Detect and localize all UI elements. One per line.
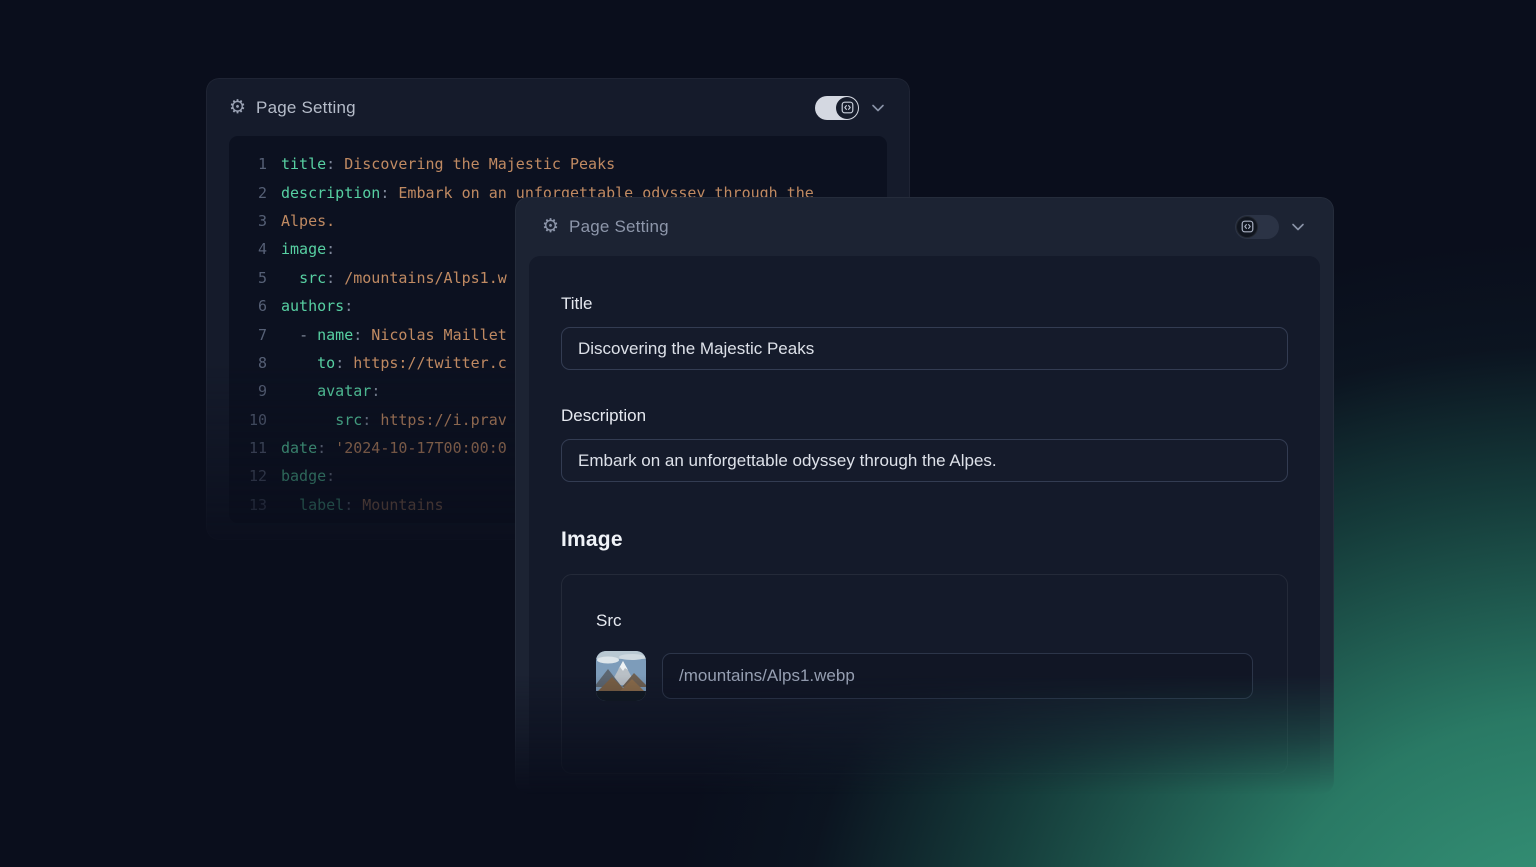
code-view-toggle[interactable]: [815, 96, 859, 120]
code-toggle-knob: [1236, 216, 1258, 238]
line-number: 10: [241, 411, 267, 429]
code-text: date: '2024-10-17T00:00:0: [281, 439, 507, 457]
description-field-label: Description: [561, 406, 1288, 426]
code-text: - name: Nicolas Maillet: [281, 326, 507, 344]
image-thumbnail: [596, 651, 646, 701]
line-number: 1: [241, 155, 267, 173]
title-input[interactable]: [561, 327, 1288, 370]
code-text: src: https://i.prav: [281, 411, 507, 429]
image-settings-card: Src: [561, 574, 1288, 774]
image-src-input[interactable]: [662, 653, 1253, 699]
code-panel-header: ⚙ Page Setting: [207, 79, 909, 136]
code-text: Alpes.: [281, 212, 335, 230]
title-field-label: Title: [561, 294, 1288, 314]
code-text: to: https://twitter.c: [281, 354, 507, 372]
line-number: 12: [241, 467, 267, 485]
code-toggle-knob: [836, 97, 858, 119]
line-number: 13: [241, 496, 267, 514]
line-number: 7: [241, 326, 267, 344]
code-text: title: Discovering the Majestic Peaks: [281, 155, 615, 173]
line-number: 11: [241, 439, 267, 457]
code-text: authors:: [281, 297, 353, 315]
form-settings-panel: ⚙ Page Setting Title Description Image S…: [515, 197, 1334, 794]
panel-title: Page Setting: [569, 217, 669, 237]
gear-icon: ⚙: [542, 217, 559, 236]
src-field-label: Src: [596, 611, 1253, 631]
code-text: image:: [281, 240, 335, 258]
code-square-icon: [1241, 220, 1254, 233]
form-panel-header: ⚙ Page Setting: [516, 198, 1333, 255]
code-text: label: Mountains: [281, 496, 444, 514]
code-view-toggle[interactable]: [1235, 215, 1279, 239]
code-text: src: /mountains/Alps1.w: [281, 269, 507, 287]
chevron-down-icon[interactable]: [1289, 218, 1307, 236]
line-number: 5: [241, 269, 267, 287]
mountain-thumbnail-art: [596, 651, 646, 701]
code-text: badge:: [281, 467, 335, 485]
panel-title: Page Setting: [256, 98, 356, 118]
line-number: 9: [241, 382, 267, 400]
code-square-icon: [841, 101, 854, 114]
description-input[interactable]: [561, 439, 1288, 482]
gear-icon: ⚙: [229, 98, 246, 117]
form-card: Title Description Image Src: [529, 256, 1320, 793]
line-number: 3: [241, 212, 267, 230]
code-line[interactable]: 1 title: Discovering the Majestic Peaks: [241, 150, 887, 178]
image-section-heading: Image: [561, 528, 1288, 552]
chevron-down-icon[interactable]: [869, 99, 887, 117]
line-number: 4: [241, 240, 267, 258]
code-text: avatar:: [281, 382, 380, 400]
line-number: 2: [241, 184, 267, 202]
line-number: 6: [241, 297, 267, 315]
line-number: 8: [241, 354, 267, 372]
